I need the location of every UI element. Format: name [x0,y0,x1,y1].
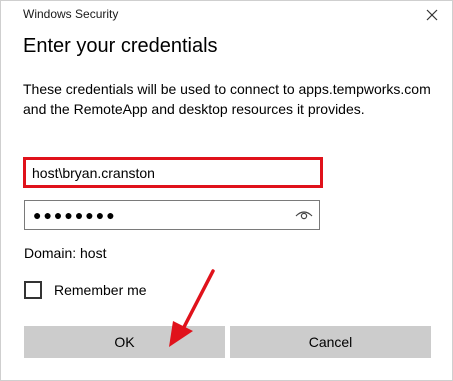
eye-icon[interactable] [295,209,313,221]
close-icon [426,9,438,21]
username-value: host\bryan.cranston [32,164,155,181]
username-field[interactable]: host\bryan.cranston [23,157,323,188]
dialog-heading: Enter your credentials [23,35,218,57]
domain-label: Domain: host [24,245,107,261]
password-value: ●●●●●●●● [33,207,117,223]
close-button[interactable] [418,4,446,26]
remember-me-checkbox[interactable] [24,281,42,299]
credentials-dialog: Windows Security Enter your credentials … [0,0,453,381]
window-title: Windows Security [23,7,119,21]
dialog-description: These credentials will be used to connec… [23,81,431,117]
password-field[interactable]: ●●●●●●●● [24,200,320,230]
cancel-button[interactable]: Cancel [230,326,431,358]
remember-me-label[interactable]: Remember me [54,282,147,298]
ok-button[interactable]: OK [24,326,225,358]
